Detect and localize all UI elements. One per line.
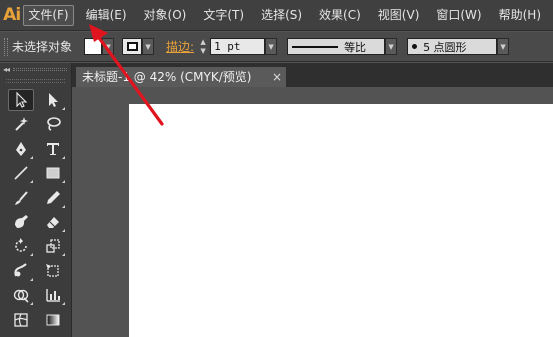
paintbrush-tool-icon[interactable] — [8, 187, 34, 209]
close-tab-icon[interactable]: × — [272, 67, 282, 87]
line-segment-tool-icon[interactable] — [8, 162, 34, 184]
brush-label: 5 点圆形 — [423, 40, 467, 54]
tool-grid — [0, 89, 71, 333]
line-preview — [292, 45, 339, 48]
tools-panel: ◂◂ — [0, 63, 72, 337]
warp-tool-icon[interactable] — [8, 260, 34, 282]
tools-grip[interactable] — [6, 79, 65, 83]
free-transform-tool-icon[interactable] — [40, 260, 66, 282]
wukong-logo-icon — [468, 313, 490, 330]
profile-dropdown-arrow[interactable]: ▼ — [385, 38, 398, 55]
document-tab-title: 未标题-1 @ 42% (CMYK/预览) — [82, 70, 252, 84]
pencil-tool-icon[interactable] — [40, 187, 66, 209]
menu-view[interactable]: 视图(V) — [373, 5, 425, 26]
illustrator-window: Ai 文件(F) 编辑(E) 对象(O) 文字(T) 选择(S) 效果(C) 视… — [0, 0, 553, 337]
watermark: 悟空问答 — [467, 312, 547, 331]
brush-dot-icon — [412, 44, 418, 49]
blob-brush-tool-icon[interactable] — [8, 211, 34, 233]
control-bar-grip[interactable] — [4, 37, 8, 56]
mesh-tool-icon[interactable] — [8, 309, 34, 331]
app-logo: Ai — [3, 5, 21, 25]
perspective-grid-tool-icon[interactable] — [40, 284, 66, 306]
stroke-weight-dropdown[interactable]: ▼ — [265, 38, 278, 55]
eraser-tool-icon[interactable] — [40, 211, 66, 233]
menu-file[interactable]: 文件(F) — [23, 4, 74, 26]
pen-tool-icon[interactable] — [8, 138, 34, 160]
gradient-tool-icon[interactable] — [40, 309, 66, 331]
brush-definition[interactable]: 5 点圆形 — [407, 38, 498, 55]
spin-down-icon[interactable]: ▼ — [200, 47, 205, 55]
menu-edit[interactable]: 编辑(E) — [81, 5, 132, 26]
artboard[interactable] — [129, 104, 553, 337]
document-tab-bar: 未标题-1 @ 42% (CMYK/预览) × — [72, 63, 553, 87]
type-tool-icon[interactable] — [40, 138, 66, 160]
stroke-label[interactable]: 描边: — [166, 38, 194, 55]
menu-effect[interactable]: 效果(C) — [314, 5, 366, 26]
direct-selection-tool-icon[interactable] — [40, 89, 66, 111]
menu-select[interactable]: 选择(S) — [256, 5, 307, 26]
line-style-label: 等比 — [344, 40, 367, 54]
menu-type[interactable]: 文字(T) — [198, 5, 249, 26]
stroke-icon — [126, 42, 138, 51]
spin-up-icon[interactable]: ▲ — [200, 38, 205, 46]
selection-status: 未选择对象 — [12, 40, 73, 54]
rotate-tool-icon[interactable] — [8, 235, 34, 257]
stroke-dropdown-arrow[interactable]: ▼ — [142, 38, 155, 55]
control-bar: 未选择对象 ▼ ▼ 描边: ▲ ▼ 1 pt ▼ 等比 ▼ 5 点圆形 ▼ — [0, 32, 553, 62]
menu-window[interactable]: 窗口(W) — [431, 5, 486, 26]
magic-wand-tool-icon[interactable] — [8, 113, 34, 135]
fill-dropdown-arrow[interactable]: ▼ — [102, 38, 115, 55]
fill-color-swatch[interactable] — [84, 38, 103, 55]
variable-width-profile[interactable]: 等比 — [287, 38, 386, 55]
brush-dropdown-arrow[interactable]: ▼ — [497, 38, 510, 55]
document-tab[interactable]: 未标题-1 @ 42% (CMYK/预览) × — [76, 67, 286, 87]
lasso-tool-icon[interactable] — [40, 113, 66, 135]
menu-bar: Ai 文件(F) 编辑(E) 对象(O) 文字(T) 选择(S) 效果(C) 视… — [0, 0, 553, 31]
watermark-text: 悟空问答 — [494, 316, 547, 331]
menu-help[interactable]: 帮助(H) — [494, 5, 546, 26]
stroke-weight-spinner[interactable]: ▲ ▼ — [198, 38, 208, 55]
opacity-label-fragment[interactable] — [521, 38, 535, 55]
rectangle-tool-icon[interactable] — [40, 162, 66, 184]
collapse-icon[interactable]: ◂◂ — [3, 65, 10, 74]
menu-object[interactable]: 对象(O) — [139, 5, 192, 26]
stroke-weight-input[interactable]: 1 pt — [210, 38, 266, 55]
selection-tool-icon[interactable] — [8, 89, 34, 111]
stroke-color-swatch[interactable] — [122, 38, 143, 55]
tools-panel-header[interactable]: ◂◂ — [0, 63, 71, 75]
scale-tool-icon[interactable] — [40, 235, 66, 257]
canvas-area[interactable] — [73, 87, 553, 337]
shape-builder-tool-icon[interactable] — [8, 284, 34, 306]
